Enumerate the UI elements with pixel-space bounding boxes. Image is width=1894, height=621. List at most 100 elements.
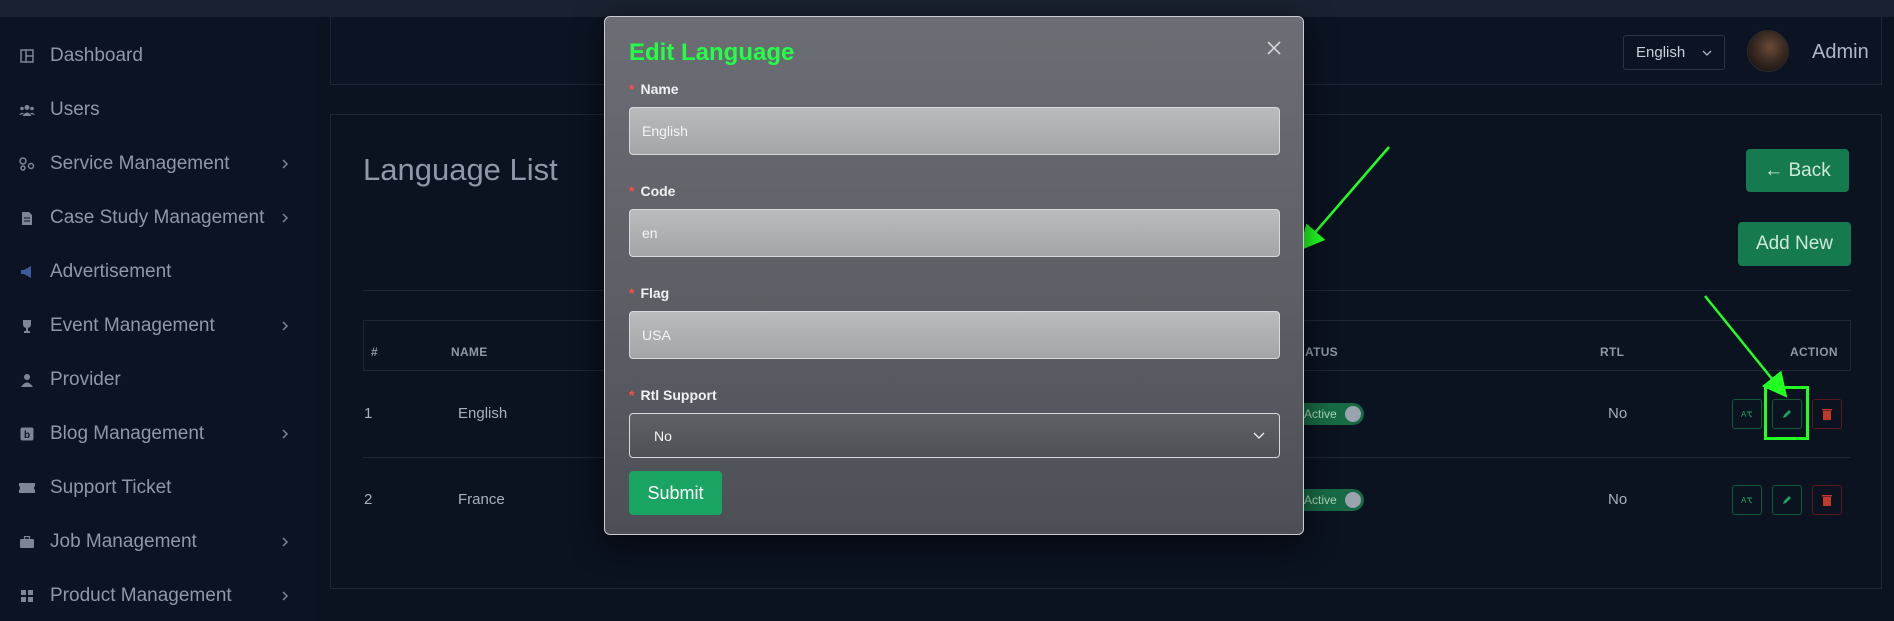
- flag-input[interactable]: [629, 311, 1280, 359]
- language-select[interactable]: English: [1623, 35, 1725, 70]
- column-header-name: NAME: [451, 345, 488, 359]
- row-index: 1: [364, 405, 373, 422]
- translate-button[interactable]: A: [1732, 399, 1762, 429]
- sidebar-item-blog-management[interactable]: b Blog Management: [0, 414, 314, 454]
- name-input[interactable]: [629, 107, 1280, 155]
- code-label-text: Code: [640, 183, 676, 199]
- translate-icon: A: [1741, 410, 1753, 419]
- row-rtl: No: [1608, 405, 1628, 422]
- row-name: France: [458, 491, 505, 508]
- toggle-knob: [1345, 406, 1361, 422]
- svg-text:A: A: [1741, 410, 1747, 419]
- chevron-right-icon: [282, 213, 289, 223]
- translate-icon: A: [1741, 496, 1753, 505]
- sidebar-item-case-study-management[interactable]: Case Study Management: [0, 198, 314, 238]
- edit-button[interactable]: [1772, 485, 1802, 515]
- users-icon: [18, 101, 36, 119]
- svg-text:b: b: [24, 430, 30, 441]
- trophy-icon: [18, 317, 36, 335]
- sidebar: Dashboard Users Service Management Case …: [0, 17, 314, 621]
- sidebar-item-provider[interactable]: Provider: [0, 360, 314, 400]
- name-label-text: Name: [640, 81, 679, 97]
- megaphone-icon: [18, 263, 36, 281]
- chevron-right-icon: [282, 429, 289, 439]
- code-label: * Code: [629, 183, 675, 199]
- sidebar-item-label: Support Ticket: [50, 477, 172, 498]
- sidebar-item-dashboard[interactable]: Dashboard: [0, 36, 314, 76]
- blog-icon: b: [18, 425, 36, 443]
- chevron-right-icon: [282, 537, 289, 547]
- sidebar-item-service-management[interactable]: Service Management: [0, 144, 314, 184]
- sidebar-item-support-ticket[interactable]: Support Ticket: [0, 468, 314, 508]
- sidebar-item-label: Product Management: [50, 585, 232, 606]
- flag-label: * Flag: [629, 285, 669, 301]
- back-button[interactable]: ← Back: [1746, 149, 1849, 192]
- sidebar-item-label: Blog Management: [50, 423, 205, 444]
- sidebar-item-label: Advertisement: [50, 261, 172, 282]
- sidebar-item-label: Users: [50, 99, 100, 120]
- dashboard-icon: [18, 47, 36, 65]
- translate-button[interactable]: A: [1732, 485, 1762, 515]
- trash-icon: [1822, 495, 1832, 506]
- sidebar-item-label: Service Management: [50, 153, 230, 174]
- rtl-support-value: No: [654, 427, 672, 444]
- pencil-icon: [1783, 496, 1791, 504]
- column-header-status: ATUS: [1305, 345, 1338, 359]
- required-mark: *: [629, 387, 635, 403]
- status-toggle[interactable]: Active: [1294, 403, 1364, 425]
- sidebar-item-label: Dashboard: [50, 45, 143, 66]
- required-mark: *: [629, 81, 635, 97]
- row-rtl: No: [1608, 491, 1628, 508]
- annotation-highlight-box: [1764, 386, 1809, 440]
- status-label: Active: [1304, 493, 1337, 507]
- edit-language-modal: Edit Language * Name * Code * Flag * Rtl Sup…: [604, 16, 1304, 535]
- sidebar-item-label: Provider: [50, 369, 121, 390]
- rtl-support-label: * Rtl Support: [629, 387, 717, 403]
- column-header-index: #: [371, 345, 378, 359]
- required-mark: *: [629, 183, 635, 199]
- sidebar-item-label: Job Management: [50, 531, 197, 552]
- avatar[interactable]: [1747, 30, 1789, 72]
- required-mark: *: [629, 285, 635, 301]
- svg-text:A: A: [1741, 496, 1747, 505]
- delete-button[interactable]: [1812, 399, 1842, 429]
- delete-button[interactable]: [1812, 485, 1842, 515]
- page-title: Language List: [363, 152, 558, 187]
- column-header-rtl: RTL: [1600, 345, 1625, 359]
- user-icon: [18, 371, 36, 389]
- toggle-knob: [1345, 492, 1361, 508]
- code-input[interactable]: [629, 209, 1280, 257]
- user-name[interactable]: Admin: [1812, 41, 1869, 64]
- status-toggle[interactable]: Active: [1294, 489, 1364, 511]
- chevron-right-icon: [282, 591, 289, 601]
- sidebar-item-event-management[interactable]: Event Management: [0, 306, 314, 346]
- column-header-action: ACTION: [1790, 345, 1838, 359]
- modal-title: Edit Language: [629, 39, 795, 66]
- rtl-support-label-text: Rtl Support: [640, 387, 717, 403]
- chevron-down-icon: [1253, 432, 1265, 439]
- rtl-support-select[interactable]: No: [629, 413, 1280, 458]
- submit-button[interactable]: Submit: [629, 471, 722, 515]
- sidebar-item-job-management[interactable]: Job Management: [0, 522, 314, 562]
- grid-icon: [18, 587, 36, 605]
- name-label: * Name: [629, 81, 679, 97]
- close-icon[interactable]: [1263, 37, 1285, 59]
- top-strip: [0, 0, 1894, 17]
- document-icon: [18, 209, 36, 227]
- language-select-value: English: [1636, 44, 1686, 61]
- add-new-button[interactable]: Add New: [1738, 222, 1851, 266]
- sidebar-item-label: Event Management: [50, 315, 215, 336]
- services-icon: [18, 155, 36, 173]
- sidebar-item-product-management[interactable]: Product Management: [0, 576, 314, 616]
- row-index: 2: [364, 491, 373, 508]
- sidebar-item-label: Case Study Management: [50, 207, 265, 228]
- status-label: Active: [1304, 407, 1337, 421]
- chevron-right-icon: [282, 321, 289, 331]
- sidebar-item-users[interactable]: Users: [0, 90, 314, 130]
- ticket-icon: [18, 479, 36, 497]
- flag-label-text: Flag: [640, 285, 670, 301]
- sidebar-item-advertisement[interactable]: Advertisement: [0, 252, 314, 292]
- briefcase-icon: [18, 533, 36, 551]
- chevron-down-icon: [1702, 50, 1712, 56]
- row-name: English: [458, 405, 508, 422]
